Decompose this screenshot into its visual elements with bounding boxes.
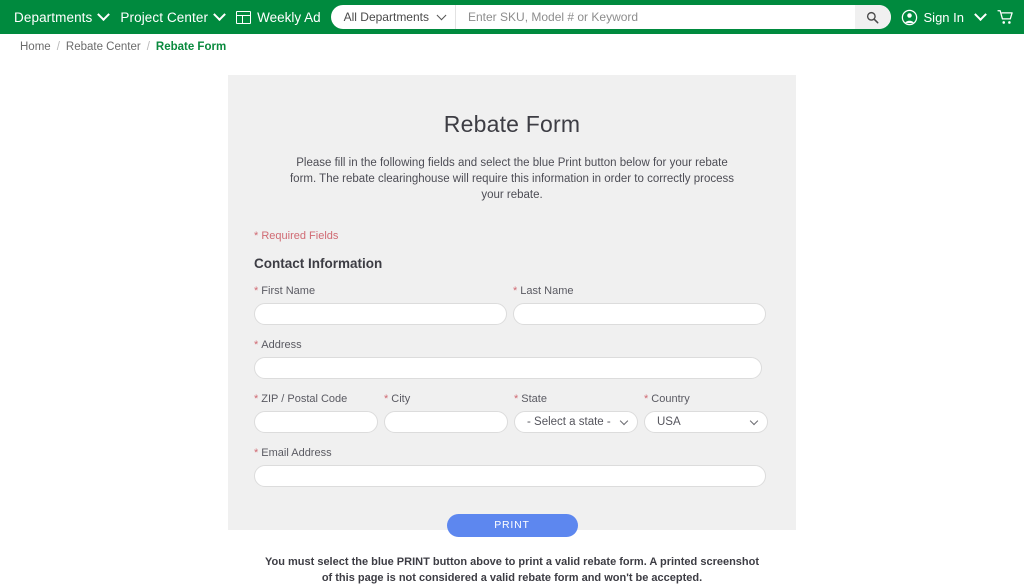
email-row: * Email Address	[254, 447, 770, 487]
account-icon	[901, 9, 917, 25]
breadcrumb-separator: /	[56, 41, 60, 53]
label-country-text: Country	[651, 392, 690, 405]
field-email: * Email Address	[254, 447, 766, 487]
contact-information-heading: Contact Information	[254, 255, 383, 271]
field-first-name: * First Name	[254, 285, 507, 325]
field-zip: * ZIP / Postal Code	[254, 393, 378, 433]
field-state: * State - Select a state -	[514, 393, 638, 433]
breadcrumb: Home / Rebate Center / Rebate Form	[0, 34, 1024, 60]
label-email-text: Email Address	[261, 446, 332, 459]
nav-weekly-ad[interactable]: Weekly Ad	[236, 10, 321, 25]
label-state: * State	[514, 393, 638, 405]
rebate-form-panel: Rebate Form Please fill in the following…	[228, 75, 796, 584]
label-address: * Address	[254, 339, 762, 351]
search-input[interactable]	[456, 5, 855, 29]
state-select-wrapper: - Select a state -	[514, 410, 638, 433]
label-first-name-text: First Name	[261, 284, 316, 297]
input-city[interactable]	[384, 410, 508, 433]
department-filter-value: All Departments	[343, 10, 429, 24]
name-row: * First Name * Last Name	[254, 285, 770, 325]
input-first-name[interactable]	[254, 302, 507, 325]
required-star: *	[254, 446, 259, 459]
cart-button[interactable]	[997, 9, 1014, 26]
required-star: *	[513, 284, 518, 297]
page-title: Rebate Form	[443, 111, 581, 137]
chevron-down-icon	[436, 9, 447, 20]
label-last-name-text: Last Name	[520, 284, 574, 297]
department-filter-dropdown[interactable]: All Departments	[331, 5, 456, 29]
field-city: * City	[384, 393, 508, 433]
field-address: * Address	[254, 339, 762, 379]
label-state-text: State	[521, 392, 547, 405]
label-last-name: * Last Name	[513, 285, 766, 297]
print-button[interactable]: PRINT	[446, 513, 578, 537]
select-country[interactable]: USA	[644, 410, 768, 433]
breadcrumb-current: Rebate Form	[155, 41, 227, 53]
weekly-ad-grid-icon	[236, 10, 252, 24]
print-disclaimer: You must select the blue PRINT button ab…	[264, 555, 760, 584]
label-country: * Country	[644, 393, 768, 405]
required-star: *	[384, 392, 389, 405]
field-country: * Country USA	[644, 393, 768, 433]
nav-weekly-ad-label: Weekly Ad	[257, 9, 321, 25]
label-address-text: Address	[261, 338, 302, 351]
required-fields-note: * Required Fields	[254, 229, 339, 242]
field-last-name: * Last Name	[513, 285, 766, 325]
input-zip[interactable]	[254, 410, 378, 433]
form-description: Please fill in the following fields and …	[289, 157, 734, 201]
nav-project-center[interactable]: Project Center	[120, 7, 226, 25]
required-star: *	[254, 392, 259, 405]
required-star: *	[254, 284, 259, 297]
label-email: * Email Address	[254, 447, 766, 459]
label-zip: * ZIP / Postal Code	[254, 393, 378, 405]
chevron-down-icon	[213, 7, 226, 21]
required-star: *	[254, 338, 259, 351]
nav-project-center-label: Project Center	[120, 9, 209, 25]
label-city-text: City	[391, 392, 411, 405]
search-icon	[866, 11, 879, 23]
breadcrumb-home[interactable]: Home	[20, 41, 51, 53]
required-star: *	[644, 392, 649, 405]
chevron-down-icon	[97, 7, 111, 21]
address-row: * Address	[254, 339, 770, 379]
breadcrumb-separator: /	[146, 41, 150, 53]
select-state[interactable]: - Select a state -	[514, 410, 638, 433]
input-address[interactable]	[254, 356, 762, 379]
chevron-down-icon	[974, 7, 987, 21]
required-star: *	[514, 392, 519, 405]
input-email[interactable]	[254, 464, 766, 487]
label-first-name: * First Name	[254, 285, 507, 297]
sign-in-label: Sign In	[923, 9, 964, 25]
label-zip-text: ZIP / Postal Code	[261, 392, 348, 405]
label-city: * City	[384, 393, 508, 405]
print-button-row: PRINT	[254, 513, 770, 537]
search-bar: All Departments	[330, 5, 891, 29]
nav-departments[interactable]: Departments	[14, 7, 111, 25]
input-last-name[interactable]	[513, 302, 766, 325]
location-row: * ZIP / Postal Code * City * State - Select…	[254, 393, 770, 433]
country-select-wrapper: USA	[644, 410, 768, 433]
search-button[interactable]	[854, 5, 891, 29]
nav-departments-label: Departments	[14, 9, 93, 25]
shopping-cart-icon	[997, 9, 1013, 24]
breadcrumb-rebate-center[interactable]: Rebate Center	[66, 41, 141, 53]
sign-in-button[interactable]: Sign In	[901, 7, 987, 26]
top-navigation-bar: Departments Project Center Weekly Ad All…	[0, 0, 1024, 34]
